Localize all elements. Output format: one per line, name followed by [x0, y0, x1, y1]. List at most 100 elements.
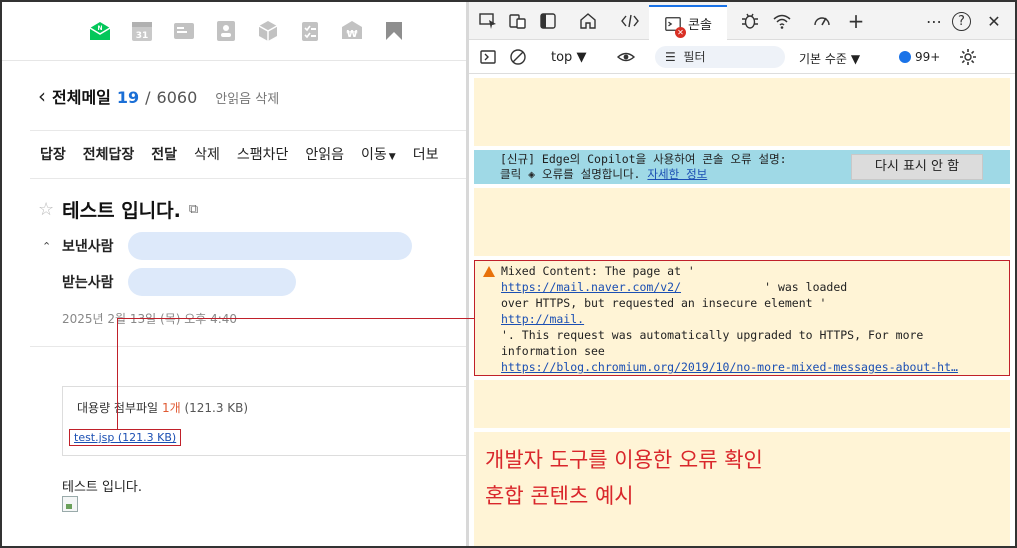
forward-button[interactable]: 전달: [151, 144, 177, 164]
warn-line6: information see: [501, 344, 605, 358]
more-options-button[interactable]: ⋯: [923, 10, 945, 32]
pay-icon[interactable]: ₩: [340, 19, 364, 43]
open-new-window-icon[interactable]: ⧉: [189, 202, 198, 217]
warning-text: Mixed Content: The page at ' https://mail…: [501, 263, 958, 375]
mail-subject: 테스트 입니다.: [62, 200, 181, 222]
count-separator: /: [145, 88, 151, 107]
sender-value[interactable]: [128, 232, 412, 260]
error-badge-icon: ✕: [675, 27, 686, 38]
copilot-icon: ◈: [528, 167, 536, 181]
warning-icon: [483, 266, 495, 277]
annotation-connector-vertical: [117, 318, 118, 429]
issues-counter[interactable]: 99+: [899, 50, 940, 64]
attachment-size: (121.3 KB): [184, 401, 249, 415]
attachment-file-link[interactable]: test.jsp (121.3 KB): [69, 429, 182, 446]
box-icon[interactable]: [256, 19, 280, 43]
add-tab-button[interactable]: +: [845, 9, 867, 33]
live-expression-eye-icon[interactable]: [615, 46, 637, 68]
broken-image-icon: [62, 496, 78, 512]
dont-show-again-button[interactable]: 다시 표시 안 함: [851, 154, 983, 180]
copilot-banner: [신규] Edge의 Copilot을 사용하여 콘솔 오류 설명: 클릭 ◈ …: [474, 150, 1010, 184]
toolbar-bottom-divider: [30, 178, 466, 179]
filter-placeholder: 필터: [683, 50, 706, 64]
receiver-row: 받는사람: [42, 268, 296, 296]
attachment-box: 대용량 첨부파일 1개 (121.3 KB) test.jsp (121.3 K…: [62, 386, 466, 456]
reply-all-button[interactable]: 전체답장: [83, 144, 135, 164]
device-emulation-icon[interactable]: [507, 10, 529, 32]
address-book-icon[interactable]: [214, 19, 238, 43]
caret-down-icon: ▼: [576, 50, 587, 65]
warn-url-insecure[interactable]: http://mail.: [501, 312, 584, 326]
caret-down-icon: ▼: [388, 152, 396, 162]
star-icon[interactable]: ☆: [38, 199, 54, 220]
filter-icon: ☰: [665, 50, 676, 64]
subject-row: ☆ 테스트 입니다. ⧉: [38, 196, 198, 223]
delete-button[interactable]: 삭제: [194, 144, 220, 164]
sender-row: ⌃ 보낸사람: [42, 232, 412, 260]
warn-url-blog[interactable]: https://blog.chromium.org/2019/10/no-mor…: [501, 360, 958, 374]
welcome-home-icon[interactable]: [577, 10, 599, 32]
mail-body: 테스트 입니다.: [62, 480, 143, 495]
receiver-value[interactable]: [128, 268, 296, 296]
warn-line3: over HTTPS, but requested an insecure el…: [501, 296, 827, 310]
naver-mail-icon[interactable]: N: [88, 19, 112, 43]
todo-icon[interactable]: [298, 19, 322, 43]
tab-console[interactable]: ✕ 콘솔: [649, 5, 727, 40]
network-wifi-icon[interactable]: [771, 10, 793, 32]
console-message-row: [474, 188, 1010, 256]
copilot-line1: [신규] Edge의 Copilot을 사용하여 콘솔 오류 설명:: [500, 152, 787, 166]
inspect-element-icon[interactable]: [477, 10, 499, 32]
console-output: [신규] Edge의 Copilot을 사용하여 콘솔 오류 설명: 클릭 ◈ …: [469, 74, 1015, 546]
warn-line1: Mixed Content: The page at ': [501, 264, 695, 278]
collapse-caret-icon[interactable]: ⌃: [42, 240, 62, 253]
caret-down-icon: ▼: [850, 52, 861, 66]
dock-side-icon[interactable]: [537, 10, 559, 32]
context-selector[interactable]: top ▼: [551, 50, 586, 65]
sidebar-toggle-icon[interactable]: [477, 46, 499, 68]
console-message-row: [474, 380, 1010, 428]
issues-bubble-icon: [899, 51, 911, 63]
move-label: 이동: [361, 147, 387, 163]
filter-input[interactable]: ☰ 필터: [655, 46, 785, 68]
sender-label: 보낸사람: [62, 239, 114, 255]
copilot-banner-text: [신규] Edge의 Copilot을 사용하여 콘솔 오류 설명: 클릭 ◈ …: [500, 152, 787, 182]
devtools-pane: ✕ 콘솔 + ⋯ ? ✕ top ▼ ☰ 필터 기본 수준 ▼ 99+ [신규]…: [469, 2, 1015, 546]
issues-count: 99+: [915, 50, 941, 64]
close-devtools-button[interactable]: ✕: [983, 10, 1005, 32]
learn-more-link[interactable]: 자세한 정보: [647, 167, 707, 181]
total-count: 6060: [156, 88, 198, 107]
annotation-line1: 개발자 도구를 이용한 오류 확인: [485, 448, 763, 472]
context-label: top: [551, 50, 573, 65]
unread-count: 19: [116, 88, 140, 107]
mark-unread-button[interactable]: 안읽음: [305, 144, 344, 164]
back-arrow-icon[interactable]: ‹: [38, 84, 46, 108]
contact-card-icon[interactable]: [172, 19, 196, 43]
debugger-bug-icon[interactable]: [739, 10, 761, 32]
console-tab-label: 콘솔: [688, 18, 712, 33]
svg-text:₩: ₩: [346, 29, 357, 40]
console-message-row: [474, 78, 1010, 146]
annotation-connector-horizontal: [117, 318, 475, 319]
mailbox-title-row: ‹ 전체메일 19 / 6060 안읽음 삭제: [38, 84, 279, 108]
settings-gear-icon[interactable]: [957, 46, 979, 68]
clear-console-icon[interactable]: [507, 46, 529, 68]
more-button[interactable]: 더보: [413, 144, 439, 164]
spam-block-button[interactable]: 스팸차단: [237, 144, 289, 164]
content-divider: [30, 346, 466, 347]
calendar-number: 31: [136, 31, 149, 41]
log-level-dropdown[interactable]: 기본 수준 ▼: [799, 50, 860, 67]
warn-url-page[interactable]: https://mail.naver.com/v2/: [501, 280, 681, 294]
reply-button[interactable]: 답장: [40, 144, 66, 164]
flag-icon[interactable]: [382, 19, 406, 43]
mailbox-title[interactable]: 전체메일: [52, 84, 111, 108]
delete-unread-button[interactable]: 안읽음 삭제: [215, 88, 279, 107]
performance-gauge-icon[interactable]: [811, 10, 833, 32]
header-divider: [2, 60, 466, 61]
receiver-label: 받는사람: [62, 275, 114, 291]
copilot-line2: 클릭: [500, 167, 522, 181]
attachment-header: 대용량 첨부파일 1개 (121.3 KB): [77, 399, 248, 416]
elements-tab-icon[interactable]: [619, 10, 641, 32]
help-button[interactable]: ?: [952, 12, 971, 31]
calendar-icon[interactable]: 31: [130, 19, 154, 43]
move-button[interactable]: 이동 ▼: [361, 144, 396, 164]
